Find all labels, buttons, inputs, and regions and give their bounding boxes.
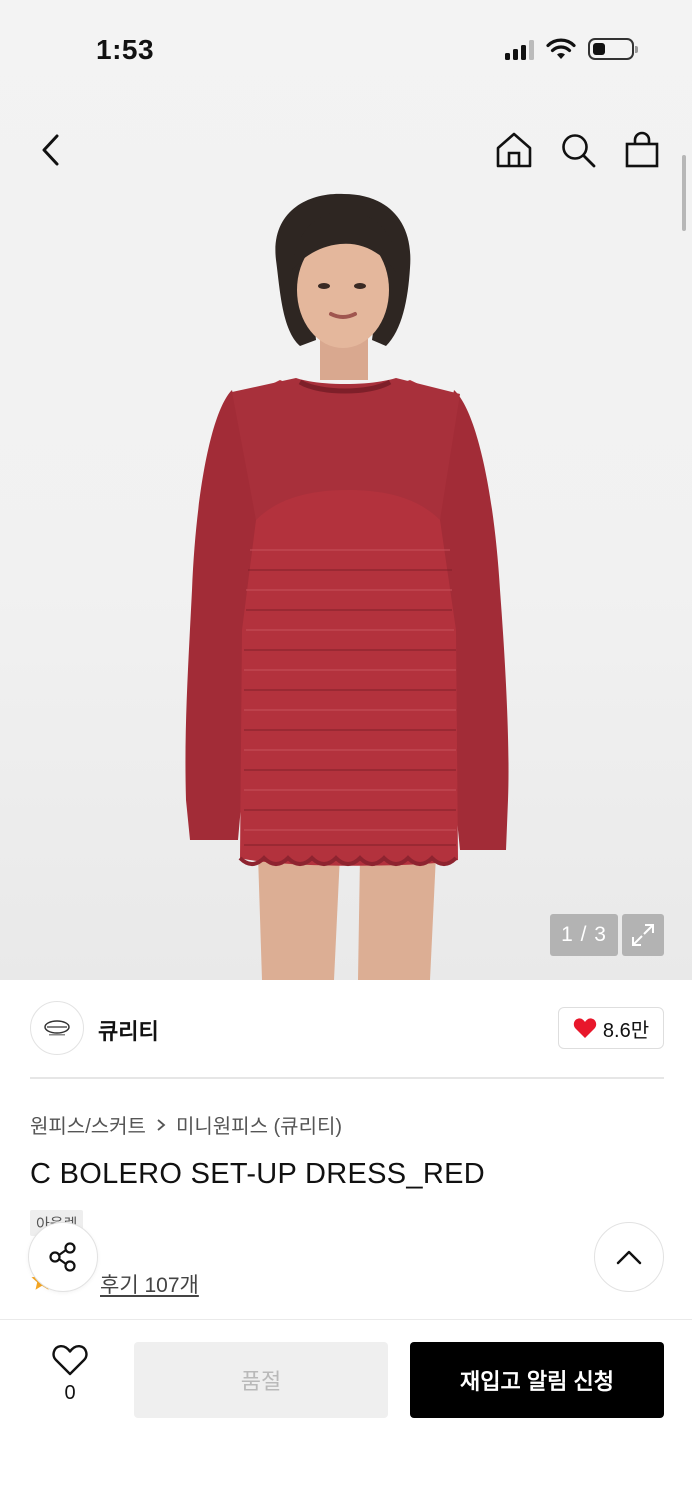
expand-icon xyxy=(632,924,654,946)
breadcrumb-category[interactable]: 원피스/스커트 xyxy=(30,1110,146,1139)
share-icon xyxy=(49,1242,76,1272)
chevron-left-icon xyxy=(42,134,59,166)
status-time: 1:53 xyxy=(96,34,155,65)
divider xyxy=(30,1077,664,1079)
product-title: C BOLERO SET-UP DRESS_RED xyxy=(30,1158,485,1190)
breadcrumb: 원피스/스커트 미니원피스 (큐리티) xyxy=(30,1110,342,1139)
back-button[interactable] xyxy=(30,128,70,172)
scroll-top-button[interactable] xyxy=(594,1222,664,1292)
cellular-signal-icon xyxy=(505,38,534,60)
expand-image-button[interactable] xyxy=(622,914,664,956)
status-icons xyxy=(505,38,638,60)
search-icon xyxy=(562,134,596,168)
cart-button[interactable] xyxy=(622,128,662,172)
heart-outline-icon xyxy=(52,1344,88,1376)
shopping-bag-icon xyxy=(625,131,659,168)
home-icon xyxy=(496,132,532,168)
brand-logo-icon xyxy=(44,1020,70,1036)
search-button[interactable] xyxy=(558,128,598,172)
review-link[interactable]: 후기 107개 xyxy=(100,1269,199,1299)
share-button[interactable] xyxy=(28,1222,98,1292)
image-counter: 1 / 3 xyxy=(550,914,618,956)
wishlist-button[interactable]: 0 xyxy=(40,1344,100,1405)
chevron-up-icon xyxy=(616,1250,642,1265)
product-photo[interactable] xyxy=(0,190,692,980)
heart-filled-icon xyxy=(573,1018,597,1038)
restock-alert-button[interactable]: 재입고 알림 신청 xyxy=(410,1342,664,1418)
chevron-right-icon xyxy=(157,1118,166,1131)
top-nav-actions xyxy=(494,128,662,172)
brand-name[interactable]: 큐리티 xyxy=(98,1014,159,1046)
battery-icon xyxy=(588,38,638,60)
wifi-icon xyxy=(546,38,576,59)
soldout-button: 품절 xyxy=(134,1342,388,1418)
brand-like-button[interactable]: 8.6만 xyxy=(558,1007,664,1049)
brand-like-count: 8.6만 xyxy=(602,1019,650,1042)
breadcrumb-subcategory[interactable]: 미니원피스 (큐리티) xyxy=(176,1110,342,1139)
product-image-area: 1:53 1 / 3 xyxy=(0,0,692,980)
wishlist-count: 0 xyxy=(64,1382,76,1404)
brand-logo[interactable] xyxy=(30,1001,84,1055)
home-button[interactable] xyxy=(494,128,534,172)
